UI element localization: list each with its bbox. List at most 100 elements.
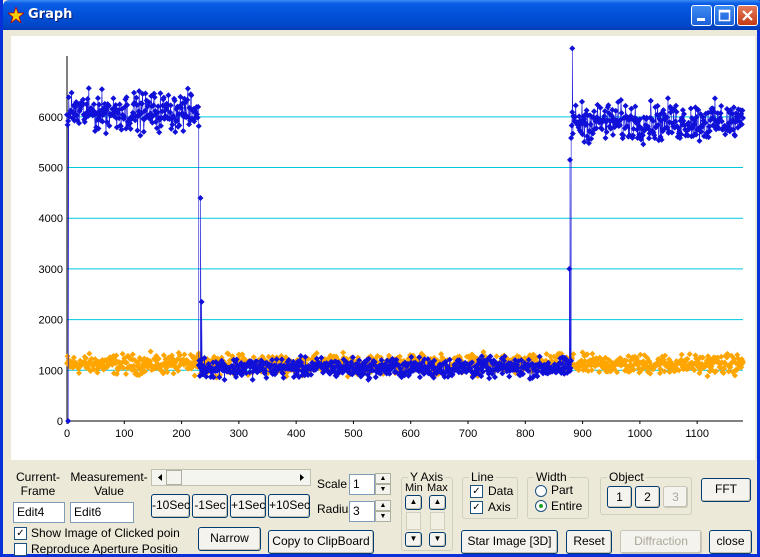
object-title: Object xyxy=(607,470,646,484)
minus-1-sec-button[interactable]: -1Sec xyxy=(192,494,228,518)
minus-10-sec-button[interactable]: -10Sec xyxy=(151,494,190,518)
radius-field[interactable]: 3 xyxy=(349,501,375,522)
series-a-point xyxy=(157,90,164,97)
y-max-up-button[interactable]: ▲ xyxy=(429,495,446,510)
series-b-point xyxy=(123,370,130,377)
reproduce-checkbox[interactable] xyxy=(14,543,27,556)
maximize-icon xyxy=(718,9,731,22)
width-entire-radio[interactable] xyxy=(535,500,547,512)
x-tick-label: 200 xyxy=(172,428,190,440)
close-icon xyxy=(742,10,753,21)
y-tick-label: 6000 xyxy=(39,112,63,124)
diffraction-button[interactable]: Diffraction xyxy=(620,530,702,554)
line-data-checkbox[interactable]: ✓ xyxy=(470,485,483,498)
series-a-point xyxy=(84,95,91,102)
series-a-point xyxy=(602,135,609,142)
object-3-button[interactable]: 3 xyxy=(663,486,688,508)
series-a-point xyxy=(94,95,101,102)
plus-1-sec-button[interactable]: +1Sec xyxy=(230,494,266,518)
scroll-right-icon xyxy=(300,474,304,481)
series-b-point xyxy=(76,370,83,377)
show-image-checkbox[interactable]: ✓ xyxy=(14,527,27,540)
series-a-point xyxy=(618,109,625,116)
series-a-point xyxy=(647,97,654,104)
series-a-point xyxy=(110,95,117,102)
x-tick-label: 300 xyxy=(230,428,248,440)
title-bar[interactable]: Graph xyxy=(3,0,760,30)
series-a-point xyxy=(696,137,703,144)
series-a-point xyxy=(572,102,579,109)
series-b-point xyxy=(64,353,71,360)
measurement-value-label-text: Measurement- Value xyxy=(70,470,148,498)
series-a-point xyxy=(195,123,202,130)
object-2-button[interactable]: 2 xyxy=(635,486,660,508)
scroll-thumb[interactable] xyxy=(166,470,182,485)
fft-button[interactable]: FFT xyxy=(701,478,751,502)
reset-button[interactable]: Reset xyxy=(566,530,612,554)
width-part-label: Part xyxy=(551,483,574,497)
y-min-down-button[interactable]: ▼ xyxy=(405,532,422,547)
series-b-point xyxy=(86,350,93,357)
star-image-3d-button[interactable]: Star Image [3D] xyxy=(461,530,558,554)
series-a-point xyxy=(609,131,616,138)
maximize-button[interactable] xyxy=(714,5,735,26)
series-a-point xyxy=(622,102,629,109)
y-tick-label: 1000 xyxy=(39,365,63,377)
object-1-button[interactable]: 1 xyxy=(607,486,632,508)
width-part-radio[interactable] xyxy=(535,485,547,497)
series-a-point xyxy=(486,375,493,382)
star-app-icon xyxy=(8,7,24,23)
y-min-track[interactable] xyxy=(406,512,421,530)
series-a-point xyxy=(85,85,92,92)
series-a-point xyxy=(172,128,179,135)
scale-up-spin[interactable]: ▲ xyxy=(375,473,391,484)
y-min-label: Min xyxy=(405,482,423,494)
measurement-value-field[interactable]: Edit6 xyxy=(70,502,134,523)
reproduce-label: Reproduce Aperture Positio xyxy=(31,542,178,555)
series-a-point xyxy=(569,45,576,52)
close-window-button[interactable] xyxy=(737,5,758,26)
y-min-up-button[interactable]: ▲ xyxy=(405,495,422,510)
series-a-point xyxy=(98,86,105,93)
copy-clipboard-button[interactable]: Copy to ClipBoard xyxy=(268,530,374,554)
scale-field[interactable]: 1 xyxy=(349,474,375,495)
window-title: Graph xyxy=(28,7,73,22)
radius-down-spin[interactable]: ▼ xyxy=(375,511,391,522)
minimize-icon xyxy=(697,18,705,21)
series-a-point xyxy=(591,108,598,115)
x-tick-label: 100 xyxy=(115,428,133,440)
y-max-down-button[interactable]: ▼ xyxy=(429,532,446,547)
series-a-point xyxy=(134,127,141,134)
line-data-label: Data xyxy=(488,484,514,498)
series-b-point xyxy=(340,349,347,356)
plot-area[interactable]: 0 1000 2000 3000 4000 5000 6000 0 100 200 300 400 50… xyxy=(11,36,755,460)
series-a-point xyxy=(416,374,423,381)
scale-down-spin[interactable]: ▼ xyxy=(375,484,391,495)
width-entire-label: Entire xyxy=(551,499,583,513)
x-tick-label: 0 xyxy=(64,428,70,440)
x-tick-label: 1000 xyxy=(628,428,652,440)
series-a-point xyxy=(718,102,725,109)
line-axis-checkbox[interactable]: ✓ xyxy=(470,501,483,514)
x-tick-label: 900 xyxy=(573,428,591,440)
series-a-point xyxy=(664,95,671,102)
series-a-point xyxy=(587,121,594,128)
scatter-chart[interactable]: 0 1000 2000 3000 4000 5000 6000 0 100 200 300 400 50… xyxy=(11,36,755,460)
x-tick-label: 700 xyxy=(459,428,477,440)
y-tick-label: 2000 xyxy=(39,315,63,327)
series-a-point xyxy=(197,194,204,201)
close-button[interactable]: close xyxy=(709,530,752,554)
frame-scrollbar[interactable] xyxy=(151,469,311,486)
radius-up-spin[interactable]: ▲ xyxy=(375,500,391,511)
current-frame-label: Current- Frame xyxy=(13,470,63,498)
width-title: Width xyxy=(534,470,569,484)
series-b-point xyxy=(147,348,154,355)
y-max-track[interactable] xyxy=(430,512,445,530)
series-a-point xyxy=(65,418,72,424)
series-a-point xyxy=(579,98,586,105)
series-a-point xyxy=(102,130,109,137)
minimize-button[interactable] xyxy=(691,5,712,26)
current-frame-field[interactable]: Edit4 xyxy=(13,502,65,523)
narrow-button[interactable]: Narrow xyxy=(198,527,261,551)
plus-10-sec-button[interactable]: +10Sec xyxy=(268,494,310,518)
